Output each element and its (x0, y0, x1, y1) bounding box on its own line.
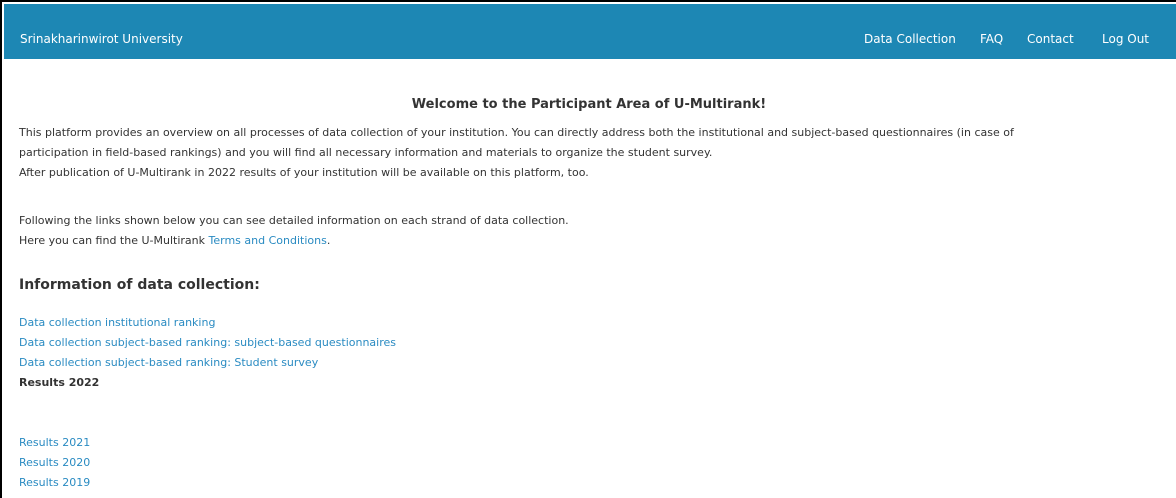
intro-paragraph-line-3: After publication of U-Multirank in 2022… (19, 166, 589, 179)
terms-and-conditions-link[interactable]: Terms and Conditions (209, 234, 327, 247)
intro-paragraph-line-1: This platform provides an overview on al… (19, 126, 1014, 139)
subject-questionnaires-link[interactable]: Data collection subject-based ranking: s… (19, 333, 396, 353)
page-frame: Srinakharinwirot University Data Collect… (0, 0, 1176, 498)
terms-prefix: Here you can find the U-Multirank (19, 234, 209, 247)
welcome-heading: Welcome to the Participant Area of U-Mul… (411, 97, 767, 112)
student-survey-link[interactable]: Data collection subject-based ranking: S… (19, 353, 318, 373)
top-navigation-bar: Srinakharinwirot University Data Collect… (4, 4, 1176, 59)
nav-faq-link[interactable]: FAQ (980, 32, 1003, 46)
results-2019-link[interactable]: Results 2019 (19, 473, 90, 493)
intro-paragraph-line-2: participation in field-based rankings) a… (19, 146, 713, 159)
nav-logout-link[interactable]: Log Out (1102, 32, 1149, 46)
results-2021-link[interactable]: Results 2021 (19, 433, 90, 453)
terms-sentence: Here you can find the U-Multirank Terms … (19, 231, 330, 251)
section-title: Information of data collection: (19, 277, 260, 293)
terms-suffix: . (326, 234, 331, 247)
results-2022-label: Results 2022 (19, 376, 100, 389)
nav-contact-link[interactable]: Contact (1027, 32, 1074, 46)
university-name: Srinakharinwirot University (20, 32, 183, 46)
nav-data-collection-link[interactable]: Data Collection (864, 32, 956, 46)
results-2020-link[interactable]: Results 2020 (19, 453, 90, 473)
institutional-ranking-link[interactable]: Data collection institutional ranking (19, 313, 215, 333)
links-instructions: Following the links shown below you can … (19, 214, 569, 227)
